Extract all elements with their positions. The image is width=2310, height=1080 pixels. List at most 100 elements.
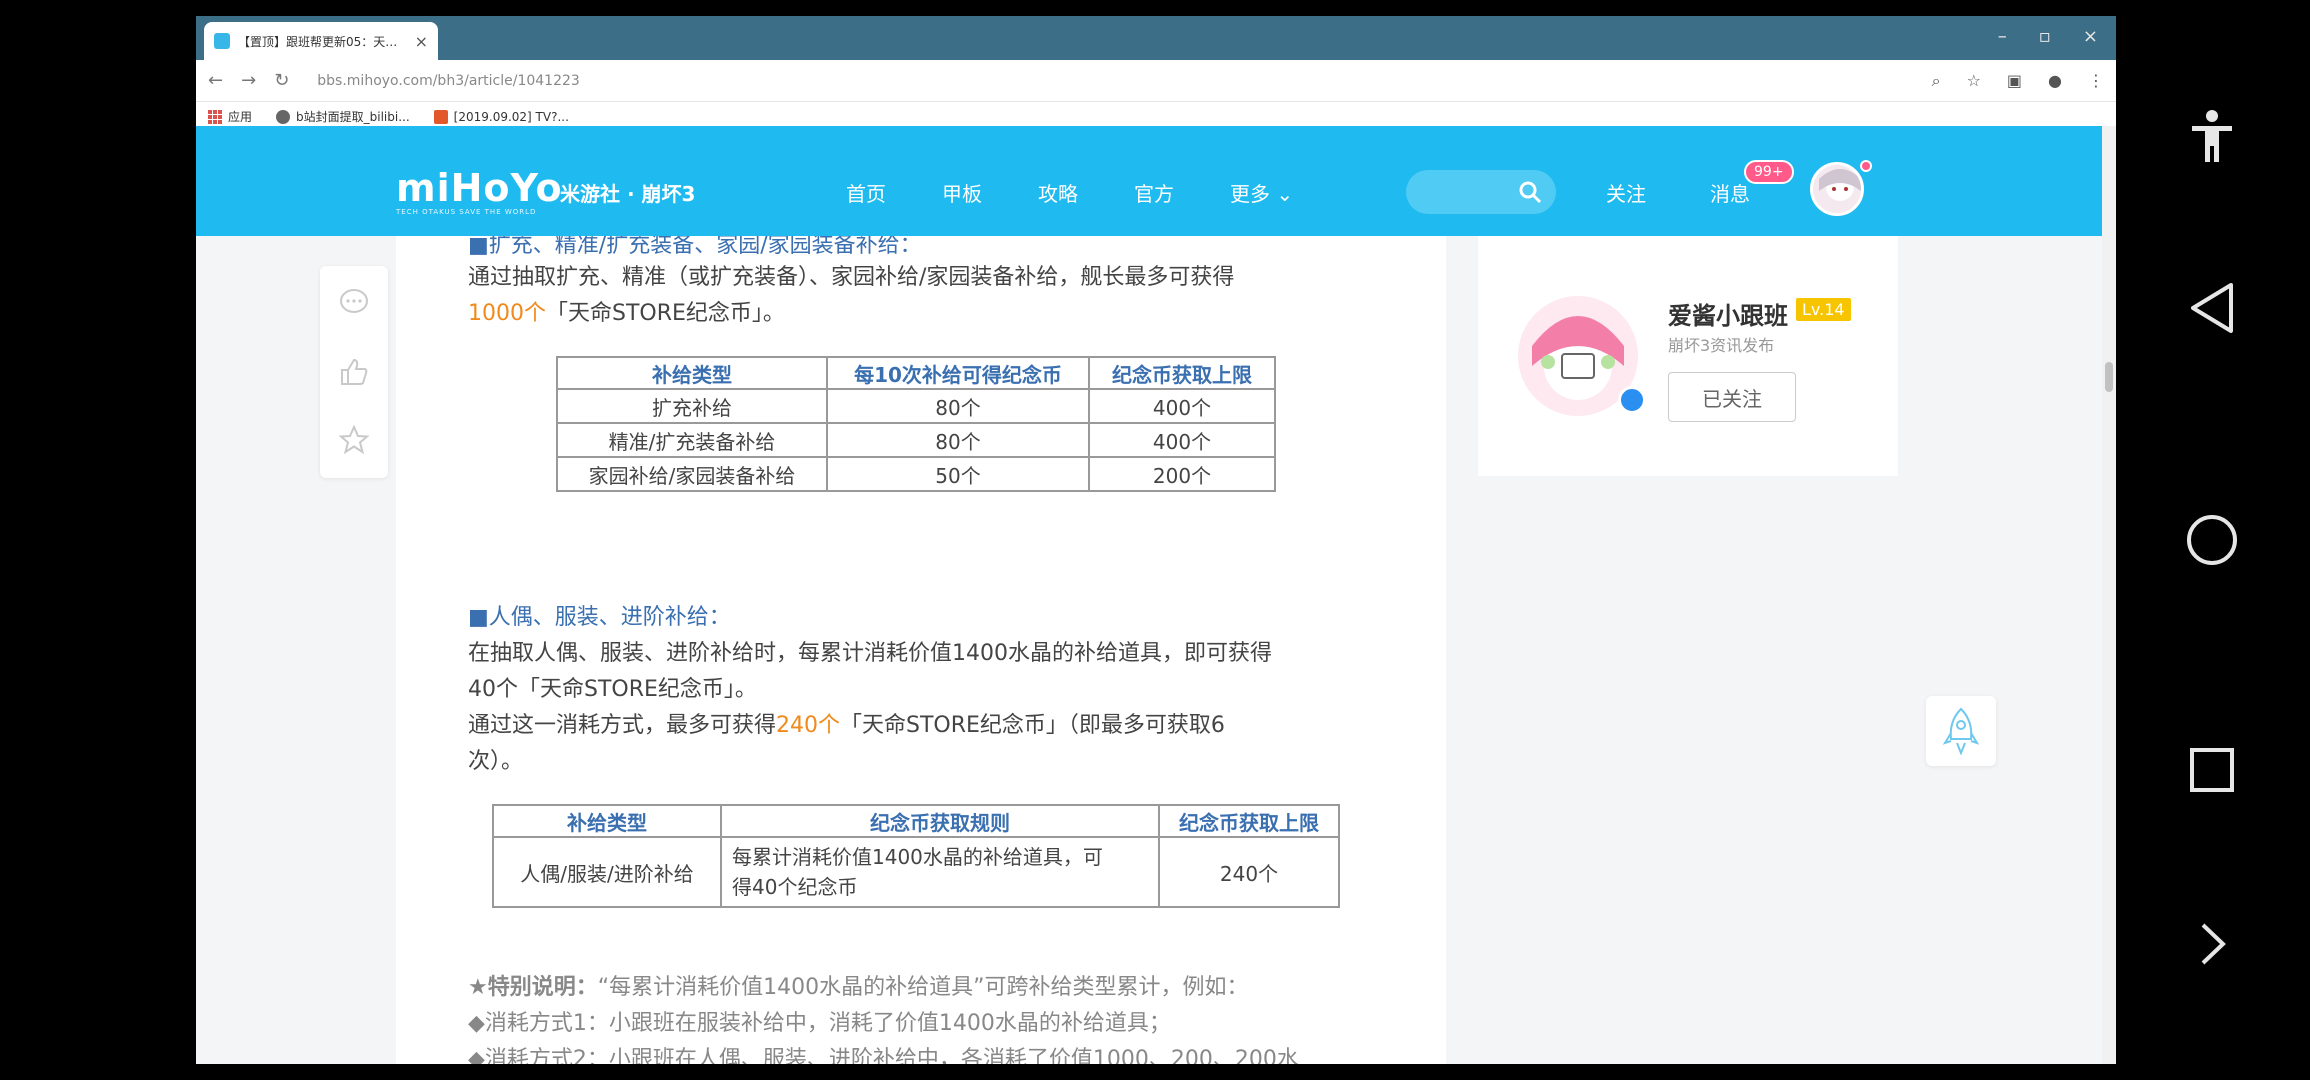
table-header: 纪念币获取上限 xyxy=(1158,804,1340,838)
bookmark-item[interactable]: [2019.09.02] TV?... xyxy=(433,109,569,124)
author-name[interactable]: 爱酱小跟班 xyxy=(1668,296,1788,331)
rocket-icon xyxy=(1942,707,1980,755)
note-item: ◆消耗方式1：小跟班在服装补给中，消耗了价值1400水晶的补给道具； xyxy=(468,1011,1171,1036)
highlight-amount: 1000个 xyxy=(468,301,546,326)
favorite-star-icon[interactable] xyxy=(338,424,370,456)
profile-icon[interactable]: ● xyxy=(2048,71,2062,91)
paragraph-line: 40个「天命STORE纪念币」。 xyxy=(468,677,757,702)
table-cell: 人偶/服装/进阶补给 xyxy=(492,836,722,908)
comment-icon[interactable] xyxy=(338,286,370,318)
window-controls: – ▫ × xyxy=(1998,26,2098,47)
table-row: 家园补给/家园装备补给 50个 200个 xyxy=(556,456,1276,492)
note-item: ◆消耗方式2：小跟班在人偶、服装、进阶补给中，各消耗了价值1000、200、20… xyxy=(468,1047,1299,1064)
search-input[interactable] xyxy=(1406,170,1556,214)
main-nav: 首页 甲板 攻略 官方 更多 ⌄ xyxy=(846,178,1293,207)
author-description: 崩坏3资讯发布 xyxy=(1668,336,1775,355)
address-bar[interactable]: bbs.mihoyo.com/bh3/article/1041223 xyxy=(307,65,1914,96)
table-cell: 80个 xyxy=(826,422,1090,458)
back-icon[interactable] xyxy=(2172,268,2252,348)
section-title-doll: ■人偶、服装、进阶补给： xyxy=(468,605,731,630)
android-nav-bar xyxy=(2114,0,2310,1080)
paragraph-line: 1000个「天命STORE纪念币」。 xyxy=(468,301,785,326)
home-icon[interactable] xyxy=(2172,500,2252,580)
forward-arrow-icon[interactable]: → xyxy=(241,70,256,91)
table-row: 扩充补给 80个 400个 xyxy=(556,388,1276,424)
table-cell: 扩充补给 xyxy=(556,388,828,424)
bookmark-favicon-icon xyxy=(433,109,448,124)
highlight-amount: 240个 xyxy=(776,713,841,738)
special-note: ★特别说明：“每累计消耗价值1400水晶的补给道具”可跨补给类型累计，例如： xyxy=(468,975,1249,1000)
bookmark-apps[interactable]: 应用 xyxy=(208,108,252,125)
tab-close-icon[interactable]: × xyxy=(415,32,428,51)
nav-guides[interactable]: 攻略 xyxy=(1038,178,1078,207)
window-close-icon[interactable]: × xyxy=(2083,26,2098,47)
followed-button[interactable]: 已关注 xyxy=(1668,372,1796,422)
note-title: ★特别说明： xyxy=(468,975,598,1000)
search-icon xyxy=(1519,181,1542,204)
tab-title: 【置顶】跟班帮更新05：天命ST xyxy=(238,34,407,49)
user-avatar[interactable] xyxy=(1810,162,1864,216)
logo-tagline: TECH OTAKUS SAVE THE WORLD xyxy=(396,208,537,216)
site-header: miHoYo TECH OTAKUS SAVE THE WORLD 米游社 · … xyxy=(196,126,2116,236)
chevron-down-icon: ⌄ xyxy=(1270,182,1294,206)
nav-official[interactable]: 官方 xyxy=(1134,178,1174,207)
extension-icon[interactable]: ▣ xyxy=(2007,71,2022,91)
menu-dots-icon[interactable]: ⋮ xyxy=(2088,71,2104,91)
table-row: 人偶/服装/进阶补给 每累计消耗价值1400水晶的补给道具，可 得40个纪念币 2… xyxy=(492,836,1340,908)
minimize-icon[interactable]: – xyxy=(1998,26,2007,47)
table-header-row: 补给类型 每10次补给可得纪念币 纪念币获取上限 xyxy=(556,356,1276,390)
table-cell: 400个 xyxy=(1088,388,1276,424)
table-cell: 240个 xyxy=(1158,836,1340,908)
site-name[interactable]: 米游社 · 崩坏3 xyxy=(560,178,695,207)
nav-deck[interactable]: 甲板 xyxy=(942,178,982,207)
chevron-right-icon[interactable] xyxy=(2172,904,2252,984)
paragraph-line: 通过这一消耗方式，最多可获得240个「天命STORE纪念币」（即最多可获取6 xyxy=(468,713,1225,738)
table-cell: 80个 xyxy=(826,388,1090,424)
page-scrollbar[interactable] xyxy=(2102,126,2116,1064)
like-icon[interactable] xyxy=(338,356,370,388)
back-arrow-icon[interactable]: ← xyxy=(208,70,223,91)
bookmark-star-icon[interactable]: ☆ xyxy=(1967,71,1981,91)
table-header: 补给类型 xyxy=(492,804,722,838)
recents-icon[interactable] xyxy=(2172,730,2252,810)
scrollbar-thumb[interactable] xyxy=(2105,362,2113,392)
browser-window: 【置顶】跟班帮更新05：天命ST × – ▫ × ← → ↻ bbs.mihoy… xyxy=(196,16,2116,1064)
maximize-icon[interactable]: ▫ xyxy=(2039,26,2051,47)
back-to-top-button[interactable] xyxy=(1926,696,1996,766)
level-badge: Lv.14 xyxy=(1796,298,1851,321)
table-header-row: 补给类型 纪念币获取规则 纪念币获取上限 xyxy=(492,804,1340,838)
follow-link[interactable]: 关注 xyxy=(1606,178,1646,207)
table-row: 精准/扩充装备补给 80个 400个 xyxy=(556,422,1276,458)
table-header: 补给类型 xyxy=(556,356,828,390)
notification-dot xyxy=(1860,160,1872,172)
accessibility-icon[interactable] xyxy=(2172,96,2252,176)
site-logo[interactable]: miHoYo xyxy=(396,166,563,210)
article-body: ■扩充、精准/扩充装备、家园/家园装备补给： 通过抽取扩充、精准（或扩充装备）、… xyxy=(396,236,1446,1064)
table-header: 纪念币获取上限 xyxy=(1088,356,1276,390)
paragraph-line: 次）。 xyxy=(468,749,524,774)
browser-tab[interactable]: 【置顶】跟班帮更新05：天命ST × xyxy=(204,22,438,60)
table-cell: 家园补给/家园装备补给 xyxy=(556,456,828,492)
messages-link[interactable]: 消息 xyxy=(1710,178,1750,207)
table-cell: 400个 xyxy=(1088,422,1276,458)
bookmark-item[interactable]: b站封面提取_bilibi... xyxy=(276,108,410,125)
nav-more[interactable]: 更多 ⌄ xyxy=(1230,178,1293,207)
verified-star-icon xyxy=(1618,386,1646,414)
article-actions xyxy=(320,266,388,478)
table-header: 每10次补给可得纪念币 xyxy=(826,356,1090,390)
favicon-icon xyxy=(214,33,230,49)
table-cell: 精准/扩充装备补给 xyxy=(556,422,828,458)
table-cell: 每累计消耗价值1400水晶的补给道具，可 得40个纪念币 xyxy=(720,836,1160,908)
browser-toolbar: ← → ↻ bbs.mihoyo.com/bh3/article/1041223… xyxy=(196,60,2116,102)
paragraph-line: 通过抽取扩充、精准（或扩充装备）、家园补给/家园装备补给，舰长最多可获得 xyxy=(468,265,1235,290)
message-badge: 99+ xyxy=(1744,160,1794,184)
supply-table-2: 补给类型 纪念币获取规则 纪念币获取上限 人偶/服装/进阶补给 每累计消耗价值1… xyxy=(492,804,1340,908)
author-card: 爱酱小跟班 Lv.14 崩坏3资讯发布 已关注 xyxy=(1478,236,1898,476)
table-header: 纪念币获取规则 xyxy=(720,804,1160,838)
table-cell: 200个 xyxy=(1088,456,1276,492)
nav-home[interactable]: 首页 xyxy=(846,178,886,207)
globe-icon xyxy=(276,109,291,124)
zoom-icon[interactable]: ⌕ xyxy=(1932,71,1941,91)
reload-icon[interactable]: ↻ xyxy=(274,70,289,91)
browser-titlebar: 【置顶】跟班帮更新05：天命ST × – ▫ × xyxy=(196,16,2116,60)
